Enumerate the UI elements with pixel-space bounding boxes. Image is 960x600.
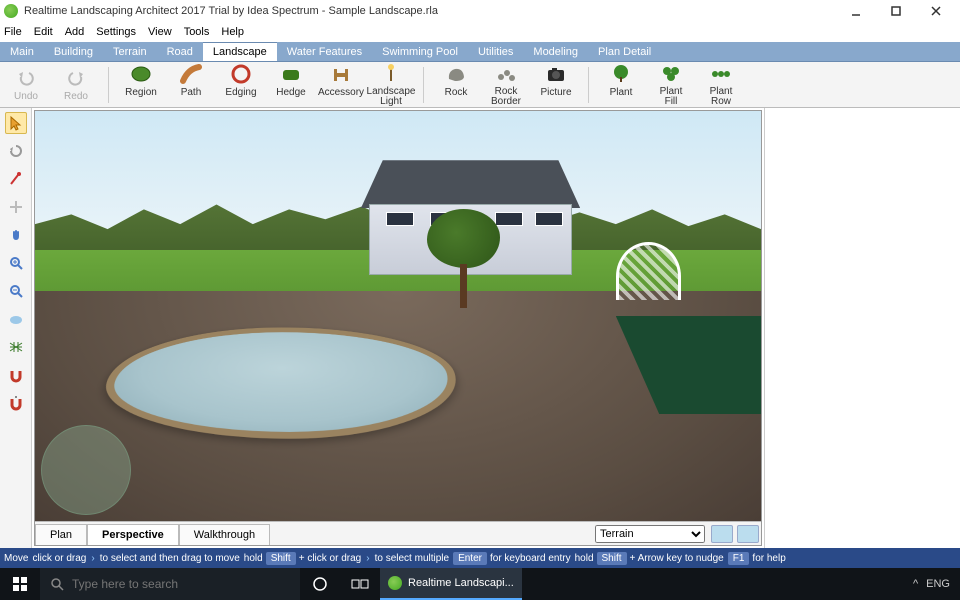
windows-taskbar: Realtime Landscapi... ^ ENG (0, 568, 960, 600)
hedge-button[interactable]: Hedge (271, 63, 311, 107)
snap-tool[interactable] (5, 364, 27, 386)
plant-fill-button[interactable]: Plant Fill (651, 63, 691, 107)
edit-points-tool[interactable] (5, 168, 27, 190)
plant-button[interactable]: Plant (601, 63, 641, 107)
layer-visibility-button[interactable] (711, 525, 733, 543)
view-tabs: Plan Perspective Walkthrough Terrain (35, 521, 761, 545)
workspace: Plan Perspective Walkthrough Terrain (0, 108, 960, 548)
tab-utilities[interactable]: Utilities (468, 42, 523, 61)
system-tray[interactable]: ^ ENG (903, 578, 960, 590)
redo-button[interactable]: Redo (56, 67, 96, 102)
ribbon-tabs: Main Building Terrain Road Landscape Wat… (0, 42, 960, 62)
menu-help[interactable]: Help (221, 26, 244, 38)
zoom-out-tool[interactable] (5, 280, 27, 302)
tab-road[interactable]: Road (157, 42, 203, 61)
navigation-gizmo[interactable] (41, 425, 131, 515)
tab-swimming-pool[interactable]: Swimming Pool (372, 42, 468, 61)
menu-tools[interactable]: Tools (184, 26, 210, 38)
select-tool[interactable] (5, 112, 27, 134)
grid-tool[interactable] (5, 336, 27, 358)
tab-building[interactable]: Building (44, 42, 103, 61)
plant-row-button[interactable]: Plant Row (701, 63, 741, 107)
tray-language[interactable]: ENG (926, 578, 950, 590)
search-input[interactable] (72, 577, 290, 591)
rock-border-button[interactable]: Rock Border (486, 63, 526, 107)
zoom-in-tool[interactable] (5, 252, 27, 274)
plant-row-icon (710, 63, 732, 85)
region-icon (130, 63, 152, 85)
taskbar-app-realtime[interactable]: Realtime Landscapi... (380, 568, 522, 600)
rock-button[interactable]: Rock (436, 63, 476, 107)
menubar: File Edit Add Settings View Tools Help (0, 22, 960, 42)
maximize-button[interactable] (876, 0, 916, 22)
menu-add[interactable]: Add (65, 26, 85, 38)
menu-settings[interactable]: Settings (96, 26, 136, 38)
edging-icon (230, 63, 252, 85)
properties-panel (764, 108, 960, 548)
zoom-extents-tool[interactable] (5, 308, 27, 330)
ribbon-toolbar: Undo Redo Region Path Edging Hedge Acces… (0, 62, 960, 108)
menu-file[interactable]: File (4, 26, 22, 38)
search-icon (50, 577, 64, 591)
rock-icon (445, 63, 467, 85)
camera-icon (545, 63, 567, 85)
taskbar-search[interactable] (40, 568, 300, 600)
shift-key-hint: Shift (266, 552, 296, 565)
path-button[interactable]: Path (171, 63, 211, 107)
menu-view[interactable]: View (148, 26, 172, 38)
tab-terrain[interactable]: Terrain (103, 42, 157, 61)
rock-border-icon (495, 63, 517, 85)
tab-plan-detail[interactable]: Plan Detail (588, 42, 661, 61)
start-button[interactable] (0, 568, 40, 600)
tray-chevron-icon[interactable]: ^ (913, 578, 918, 590)
view-tab-walkthrough[interactable]: Walkthrough (179, 524, 270, 545)
undo-button[interactable]: Undo (6, 67, 46, 102)
menu-edit[interactable]: Edit (34, 26, 53, 38)
app-icon (4, 4, 18, 18)
tree (427, 209, 500, 307)
undo-icon (15, 67, 37, 89)
tab-modeling[interactable]: Modeling (523, 42, 588, 61)
status-mode: Move (4, 553, 28, 564)
minimize-button[interactable] (836, 0, 876, 22)
plant-icon (610, 63, 632, 85)
landscape-light-button[interactable]: Landscape Light (371, 63, 411, 107)
layer-edit-button[interactable] (737, 525, 759, 543)
region-button[interactable]: Region (121, 63, 161, 107)
f1-key-hint: F1 (728, 552, 750, 565)
accessory-icon (330, 63, 352, 85)
tab-main[interactable]: Main (0, 42, 44, 61)
enter-key-hint: Enter (453, 552, 487, 565)
pan-tool[interactable] (5, 224, 27, 246)
task-view-button[interactable] (340, 568, 380, 600)
path-icon (180, 63, 202, 85)
move-tool[interactable] (5, 196, 27, 218)
viewport-container: Plan Perspective Walkthrough Terrain (34, 110, 762, 546)
snap-grid-tool[interactable] (5, 392, 27, 414)
status-bar: Move click or drag›to select and then dr… (0, 548, 960, 568)
titlebar: Realtime Landscaping Architect 2017 Tria… (0, 0, 960, 22)
layer-select[interactable]: Terrain (595, 525, 705, 543)
viewport-3d[interactable] (35, 111, 761, 521)
lamp-icon (380, 63, 402, 85)
view-tab-plan[interactable]: Plan (35, 524, 87, 545)
rotate-tool[interactable] (5, 140, 27, 162)
accessory-button[interactable]: Accessory (321, 63, 361, 107)
redo-icon (65, 67, 87, 89)
left-toolbar (0, 108, 32, 548)
close-button[interactable] (916, 0, 956, 22)
tab-landscape[interactable]: Landscape (203, 42, 277, 61)
view-tab-perspective[interactable]: Perspective (87, 524, 179, 545)
cortana-button[interactable] (300, 568, 340, 600)
window-title: Realtime Landscaping Architect 2017 Tria… (24, 5, 438, 17)
plant-fill-icon (660, 63, 682, 85)
hedge-icon (280, 63, 302, 85)
tab-water-features[interactable]: Water Features (277, 42, 372, 61)
edging-button[interactable]: Edging (221, 63, 261, 107)
app-icon (388, 576, 402, 590)
picture-button[interactable]: Picture (536, 63, 576, 107)
